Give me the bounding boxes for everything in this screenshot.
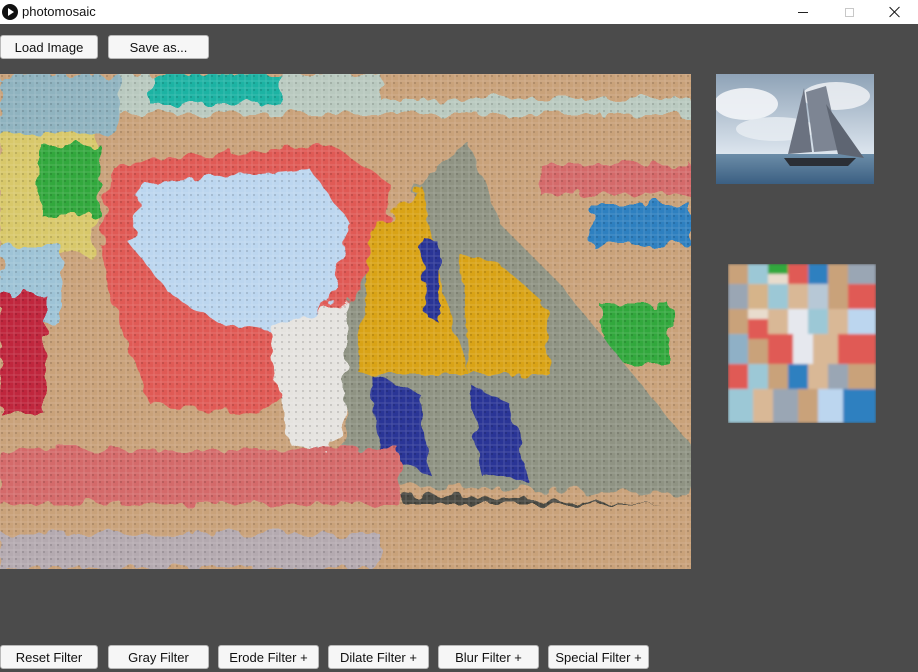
mosaic-image	[0, 74, 691, 569]
app-play-icon	[2, 4, 18, 20]
minimize-button[interactable]	[780, 0, 826, 24]
maximize-icon	[844, 7, 854, 17]
gray-filter-button[interactable]: Gray Filter	[108, 645, 209, 669]
original-image-thumbnail	[716, 74, 874, 184]
maximize-button[interactable]	[826, 0, 872, 24]
close-icon	[889, 6, 901, 18]
tile-preview-thumbnail	[728, 264, 876, 423]
tile-preview-image	[728, 264, 876, 423]
erode-filter-button[interactable]: Erode Filter +	[218, 645, 319, 669]
minimize-icon	[798, 11, 808, 13]
blur-filter-button[interactable]: Blur Filter +	[438, 645, 539, 669]
close-button[interactable]	[872, 0, 918, 24]
special-filter-button[interactable]: Special Filter +	[548, 645, 649, 669]
sailboat-photo	[716, 74, 874, 184]
reset-filter-button[interactable]: Reset Filter	[0, 645, 98, 669]
load-image-button[interactable]: Load Image	[0, 35, 98, 59]
window-title: photomosaic	[22, 4, 96, 19]
save-as-button[interactable]: Save as...	[108, 35, 209, 59]
title-bar: photomosaic	[0, 0, 918, 24]
mosaic-canvas	[0, 74, 691, 569]
dilate-filter-button[interactable]: Dilate Filter +	[328, 645, 429, 669]
